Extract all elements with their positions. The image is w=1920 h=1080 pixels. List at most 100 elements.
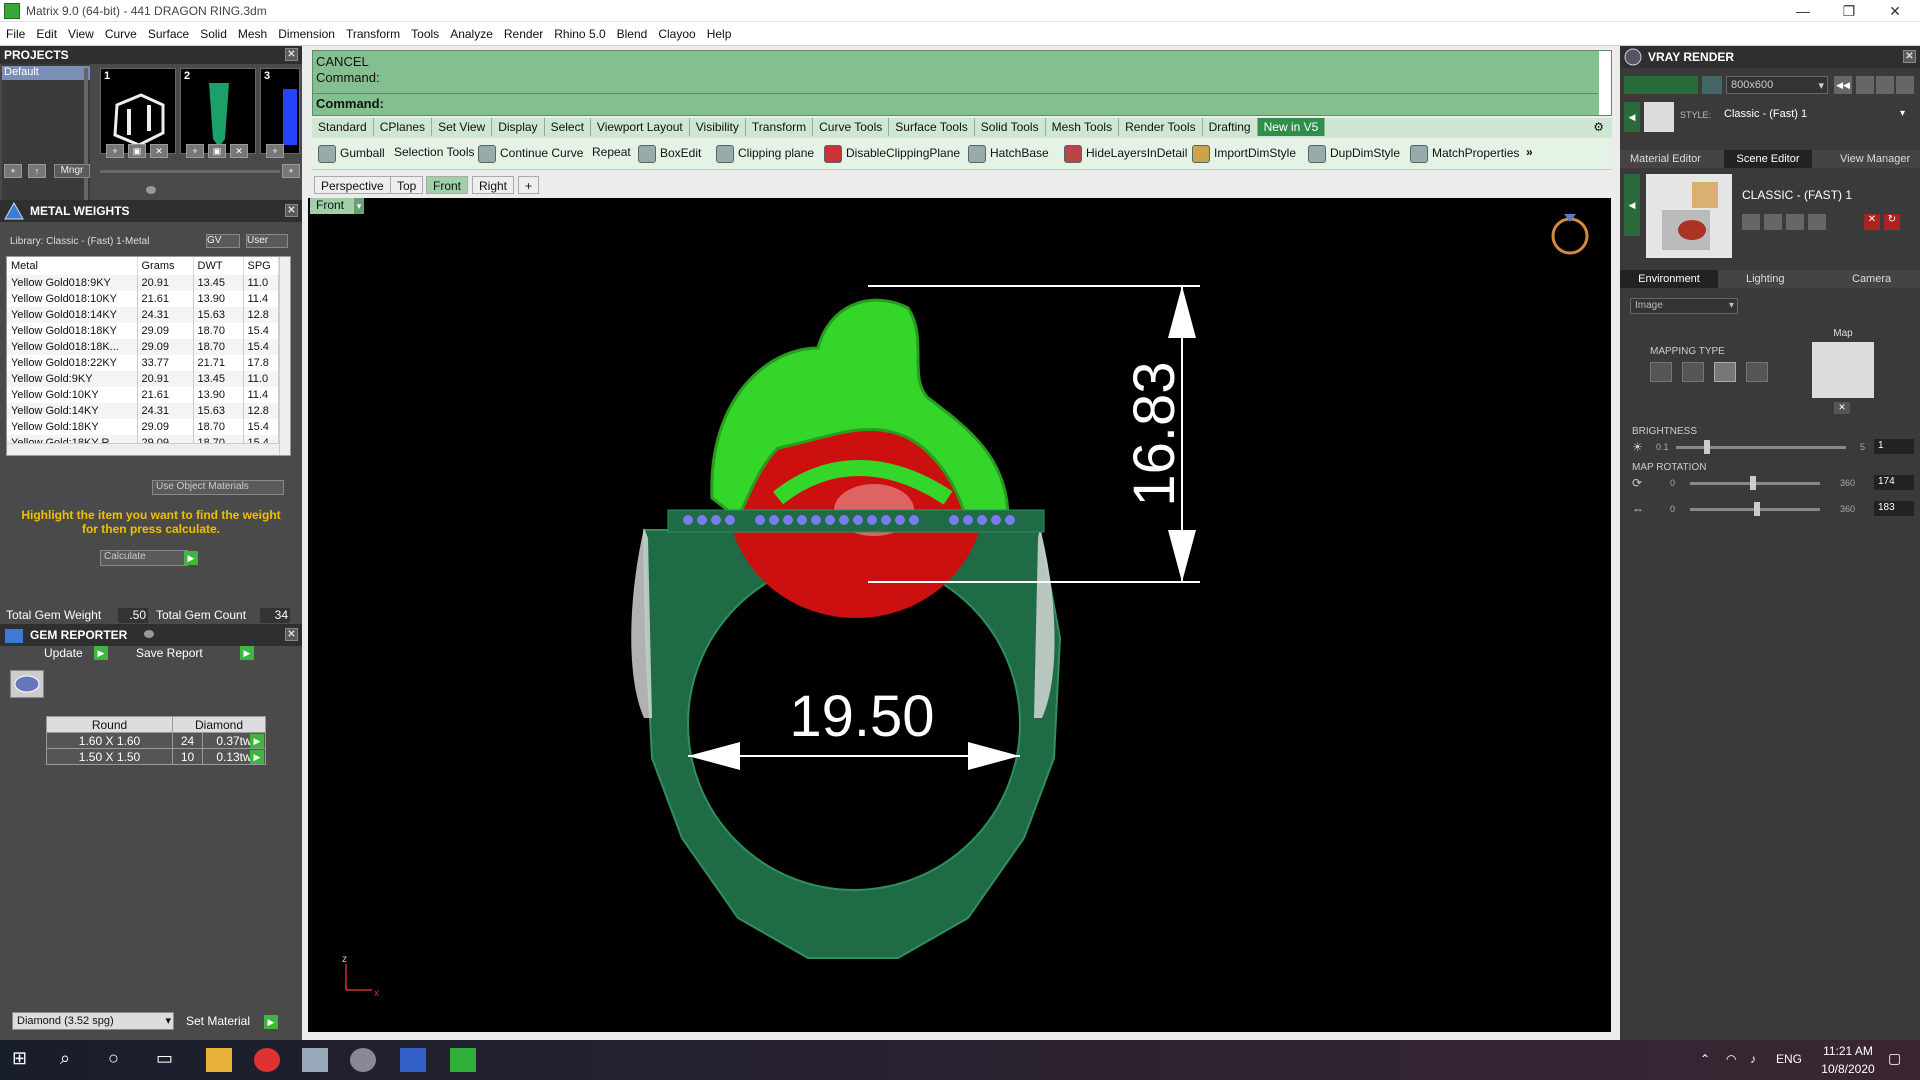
- tab-cplanes[interactable]: CPlanes: [374, 118, 433, 136]
- gumball-tool[interactable]: Gumball: [318, 145, 385, 163]
- wifi-icon[interactable]: ◠: [1726, 1052, 1736, 1066]
- continue-curve-tool[interactable]: Continue Curve: [478, 145, 583, 163]
- selection-tools-tool[interactable]: Selection Tools: [394, 145, 475, 159]
- match-properties-tool[interactable]: MatchProperties: [1410, 145, 1519, 163]
- thumb-delete-icon[interactable]: ✕: [150, 144, 168, 158]
- table-row[interactable]: Yellow Gold018:18KY 29.09 18.70 15.4: [7, 323, 279, 339]
- project-item-default[interactable]: Default: [2, 66, 90, 80]
- column-header[interactable]: Metal: [7, 257, 138, 275]
- restore-button[interactable]: ❐: [1826, 0, 1872, 22]
- material-select[interactable]: Diamond (3.52 spg) ▾: [12, 1012, 174, 1030]
- more-tools-icon[interactable]: »: [1526, 145, 1533, 159]
- thumb-save-icon[interactable]: ▣: [128, 144, 146, 158]
- splitter-handle[interactable]: [146, 186, 156, 194]
- menu-file[interactable]: File: [0, 22, 30, 41]
- command-scrollbar[interactable]: [1599, 51, 1611, 115]
- menu-help[interactable]: Help: [701, 22, 737, 41]
- tab-render-tools[interactable]: Render Tools: [1119, 118, 1203, 136]
- gem-round-icon[interactable]: [10, 670, 44, 698]
- column-header[interactable]: Grams: [137, 257, 194, 275]
- dup-dimstyle-tool[interactable]: DupDimStyle: [1308, 145, 1400, 163]
- collapse-icon[interactable]: ◀: [1624, 174, 1640, 236]
- tab-camera[interactable]: Camera: [1852, 273, 1891, 285]
- delete-icon[interactable]: ✕: [1864, 214, 1880, 230]
- row-go-icon[interactable]: ▶: [250, 750, 264, 764]
- language-indicator[interactable]: ENG: [1776, 1052, 1802, 1066]
- tab-select[interactable]: Select: [545, 118, 591, 136]
- thumb-scrollbar[interactable]: [100, 170, 280, 173]
- tab-mesh-tools[interactable]: Mesh Tools: [1046, 118, 1120, 136]
- up-arrow-icon[interactable]: ↑: [28, 164, 46, 178]
- column-header[interactable]: DWT: [193, 257, 244, 275]
- cortana-icon[interactable]: ○: [108, 1048, 134, 1072]
- tab-viewport-layout[interactable]: Viewport Layout: [591, 118, 690, 136]
- import-dimstyle-tool[interactable]: ImportDimStyle: [1192, 145, 1296, 163]
- tab-curve-tools[interactable]: Curve Tools: [813, 118, 890, 136]
- menu-view[interactable]: View: [62, 22, 99, 41]
- project-list[interactable]: [2, 64, 90, 204]
- rotation2-slider-thumb[interactable]: [1754, 502, 1760, 516]
- menu-edit[interactable]: Edit: [30, 22, 62, 41]
- calculate-button[interactable]: Calculate: [100, 550, 188, 566]
- add-view-icon[interactable]: +: [518, 176, 540, 194]
- file-explorer-icon[interactable]: [206, 1048, 232, 1072]
- user-toggle[interactable]: User: [246, 234, 288, 248]
- project-thumb-3[interactable]: 3: [260, 68, 300, 154]
- table-scrollbar[interactable]: [279, 257, 290, 455]
- table-row[interactable]: Yellow Gold018:22KY 33.77 21.71 17.8: [7, 355, 279, 371]
- close-button[interactable]: ✕: [1872, 0, 1918, 22]
- thumb-save-icon[interactable]: ▣: [208, 144, 226, 158]
- clipping-plane-tool[interactable]: Clipping plane: [716, 145, 814, 163]
- refresh-icon[interactable]: ↻: [1884, 214, 1900, 230]
- windows-start-icon[interactable]: ⊞: [12, 1048, 38, 1072]
- render-buttons[interactable]: [1624, 76, 1698, 94]
- menu-tools[interactable]: Tools: [405, 22, 444, 41]
- tab-standard[interactable]: Standard: [312, 118, 374, 136]
- menu-mesh[interactable]: Mesh: [232, 22, 272, 41]
- rotation2-value[interactable]: 183: [1874, 501, 1914, 516]
- task-view-icon[interactable]: ▭: [156, 1048, 182, 1072]
- thumb-add-icon[interactable]: +: [266, 144, 284, 158]
- table-row[interactable]: Yellow Gold:9KY 20.91 13.45 11.0: [7, 371, 279, 387]
- tab-set-view[interactable]: Set View: [432, 118, 493, 136]
- resolution-select[interactable]: 800x600 ▾: [1726, 76, 1828, 94]
- calculate-go-icon[interactable]: ▶: [184, 551, 198, 565]
- list-icon[interactable]: [1876, 76, 1894, 94]
- splitter-handle[interactable]: [144, 630, 154, 638]
- tab-display[interactable]: Display: [492, 118, 545, 136]
- tab-drafting[interactable]: Drafting: [1203, 118, 1258, 136]
- gear-icon[interactable]: ⚙: [1587, 118, 1610, 136]
- close-icon[interactable]: ✕: [285, 48, 298, 61]
- table-row[interactable]: Yellow Gold:18KY 29.09 18.70 15.4: [7, 419, 279, 435]
- repeat-tool[interactable]: Repeat: [592, 145, 631, 159]
- menu-clayoo[interactable]: Clayoo: [652, 22, 700, 41]
- table-row[interactable]: Yellow Gold018:10KY 21.61 13.90 11.4: [7, 291, 279, 307]
- thumb-add-icon[interactable]: +: [186, 144, 204, 158]
- save-report-button[interactable]: Save Report: [136, 646, 203, 660]
- volume-icon[interactable]: ♪: [1750, 1052, 1756, 1066]
- table-hscrollbar[interactable]: [7, 443, 279, 455]
- add-project-icon[interactable]: +: [4, 164, 22, 178]
- table-row[interactable]: Yellow Gold:14KY 24.31 15.63 12.8: [7, 403, 279, 419]
- project-thumb-1[interactable]: 1: [100, 68, 176, 154]
- app-icon[interactable]: [302, 1048, 328, 1072]
- table-row[interactable]: Yellow Gold:10KY 21.61 13.90 11.4: [7, 387, 279, 403]
- tab-top[interactable]: Top: [390, 176, 424, 194]
- row-go-icon[interactable]: ▶: [250, 734, 264, 748]
- table-row[interactable]: 1.50 X 1.50 10 0.13tw: [46, 748, 266, 765]
- menu-dimension[interactable]: Dimension: [272, 22, 340, 41]
- table-row[interactable]: 1.60 X 1.60 24 0.37tw: [46, 732, 266, 749]
- set-material-button[interactable]: Set Material: [186, 1014, 250, 1028]
- map-cube-icon[interactable]: [1682, 362, 1704, 382]
- tab-environment[interactable]: Environment: [1620, 270, 1718, 288]
- menu-rhino[interactable]: Rhino 5.0: [548, 22, 610, 41]
- set-material-go-icon[interactable]: ▶: [264, 1015, 278, 1029]
- tab-visibility[interactable]: Visibility: [690, 118, 746, 136]
- brightness-value[interactable]: 1: [1874, 439, 1914, 454]
- thumb-delete-icon[interactable]: ✕: [230, 144, 248, 158]
- tray-chevron-icon[interactable]: ⌃: [1700, 1052, 1710, 1066]
- menu-curve[interactable]: Curve: [99, 22, 142, 41]
- map-sphere-icon[interactable]: [1714, 362, 1736, 382]
- rewind-icon[interactable]: ◀◀: [1834, 76, 1852, 94]
- matrix-icon[interactable]: [450, 1048, 476, 1072]
